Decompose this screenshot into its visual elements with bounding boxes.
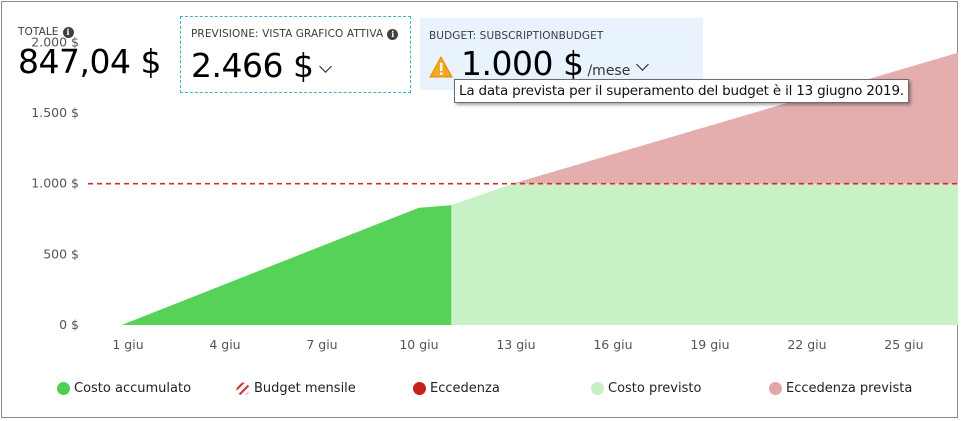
y-tick-label: 1.500 $: [31, 105, 79, 120]
x-tick-label: 10 giu: [399, 337, 438, 352]
legend-swatch: [769, 382, 782, 395]
legend-label: Budget mensile: [254, 381, 356, 396]
legend-item-forecast[interactable]: Costo previsto: [591, 381, 701, 396]
x-tick-label: 16 giu: [593, 337, 632, 352]
legend-label: Eccedenza: [430, 381, 500, 396]
x-tick-label: 25 giu: [884, 337, 923, 352]
x-tick-label: 1 giu: [112, 337, 143, 352]
legend-item-budget[interactable]: Budget mensile: [236, 381, 356, 396]
x-tick-label: 13 giu: [496, 337, 535, 352]
legend-item-accumulated[interactable]: Costo accumulato: [57, 381, 191, 396]
budget-tooltip: La data prevista per il superamento del …: [454, 79, 909, 103]
cost-chart[interactable]: 0 $500 $1.000 $1.500 $2.000 $2.500 $3.00…: [0, 0, 961, 421]
x-tick-label: 19 giu: [690, 337, 729, 352]
forecast-area: [451, 183, 958, 325]
legend-swatch: [413, 382, 426, 395]
striped-swatch-icon: [236, 382, 250, 395]
forecast-overage-area: [512, 52, 958, 184]
y-tick-label: 2.000 $: [31, 34, 79, 49]
legend-label: Costo accumulato: [74, 381, 192, 396]
x-tick-label: 7 giu: [306, 337, 337, 352]
legend-swatch: [57, 382, 70, 395]
legend-item-forecast-overage[interactable]: Eccedenza prevista: [769, 381, 912, 396]
y-tick-label: 500 $: [43, 246, 79, 261]
accumulated-cost-area: [121, 205, 452, 325]
y-tick-label: 1.000 $: [31, 176, 79, 191]
legend-item-overage[interactable]: Eccedenza: [413, 381, 500, 396]
chart-legend: Costo accumulato Budget mensile Eccedenz…: [0, 381, 961, 401]
legend-label: Costo previsto: [608, 381, 702, 396]
legend-label: Eccedenza prevista: [786, 381, 913, 396]
x-tick-label: 4 giu: [209, 337, 240, 352]
legend-swatch: [591, 382, 604, 395]
x-tick-label: 22 giu: [787, 337, 826, 352]
y-tick-label: 0 $: [59, 317, 79, 332]
